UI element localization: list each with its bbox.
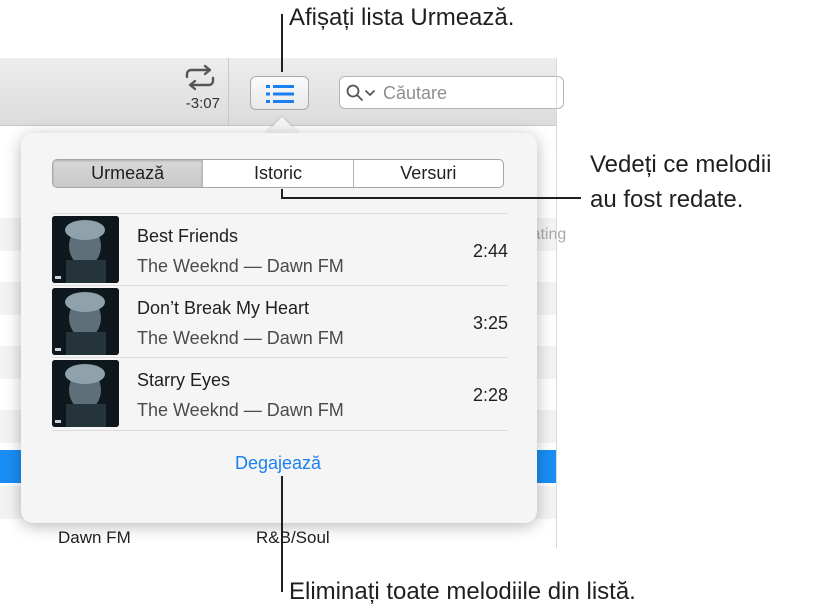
song-title: Starry Eyes <box>137 370 231 390</box>
callout-line <box>281 476 283 592</box>
tab-history[interactable]: Istoric <box>203 160 354 187</box>
song-artist-album: The Weeknd — Dawn FM <box>137 328 344 348</box>
magnifier-icon <box>346 84 375 101</box>
album-art <box>52 288 119 355</box>
album-art <box>52 360 119 427</box>
song-title: Best Friends <box>137 226 239 246</box>
song-duration: 2:44 <box>472 241 508 261</box>
song-artist-album: The Weeknd — Dawn FM <box>137 256 344 276</box>
callout-line <box>281 14 283 72</box>
song-artist-album: The Weeknd — Dawn FM <box>137 400 344 420</box>
search-input[interactable]: Căutare <box>339 76 564 109</box>
album-cell: Dawn FM <box>58 528 131 547</box>
callout-line <box>281 197 581 199</box>
divider <box>52 430 508 431</box>
list-bullet-icon <box>266 85 294 103</box>
up-next-button[interactable] <box>250 76 309 110</box>
queue-item[interactable]: Best Friends The Weeknd — Dawn FM 2:44 <box>52 214 508 285</box>
repeat-icon[interactable] <box>183 64 217 92</box>
toolbar-divider <box>228 58 229 125</box>
genre-cell: R&B/Soul <box>256 528 330 547</box>
tab-up-next[interactable]: Urmează <box>53 160 204 187</box>
callout-clear: Eliminați toate melodiile din listă. <box>289 578 636 605</box>
queue-tabs: Urmează Istoric Versuri <box>52 159 504 188</box>
callout-up-next: Afișați lista Urmează. <box>289 4 515 31</box>
callout-history-line2: au fost redate. <box>590 186 744 213</box>
search-placeholder: Căutare <box>383 83 448 103</box>
song-duration: 2:28 <box>472 385 508 405</box>
time-remaining: -3:07 <box>185 95 220 112</box>
song-title: Don’t Break My Heart <box>137 298 310 318</box>
queue-item[interactable]: Don’t Break My Heart The Weeknd — Dawn F… <box>52 286 508 357</box>
album-art <box>52 216 119 283</box>
tab-lyrics[interactable]: Versuri <box>354 160 503 187</box>
clear-button[interactable]: Degajează <box>178 453 378 474</box>
queue-item[interactable]: Starry Eyes The Weeknd — Dawn FM 2:28 <box>52 358 508 429</box>
callout-history-line1: Vedeți ce melodii <box>590 151 772 178</box>
window-edge <box>556 58 557 548</box>
popover-arrow <box>265 117 299 134</box>
song-duration: 3:25 <box>472 313 508 333</box>
callout-line <box>281 189 283 199</box>
